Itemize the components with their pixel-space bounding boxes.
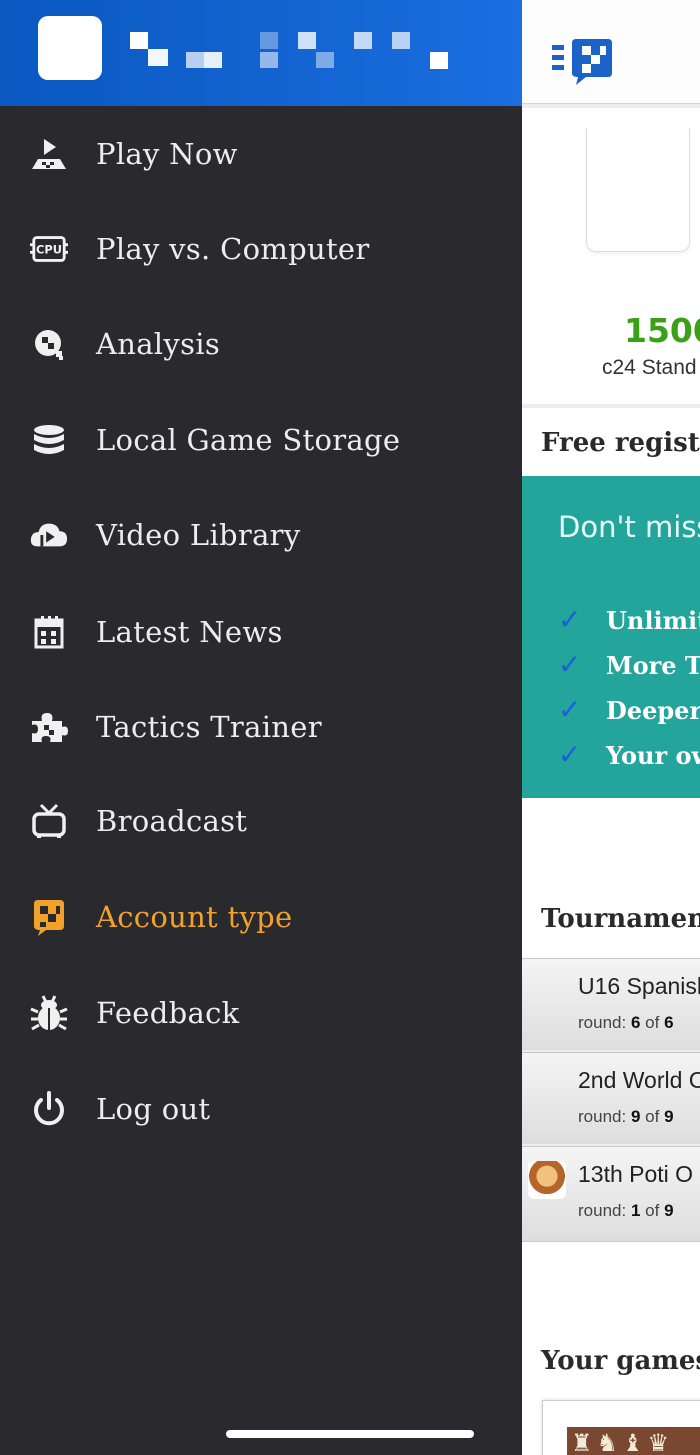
- bug-icon: [30, 994, 68, 1032]
- tournament-round: round: 6 of 6: [578, 1013, 674, 1032]
- tournament-row[interactable]: 2nd World C round: 9 of 9: [522, 1052, 700, 1144]
- user-avatar[interactable]: [38, 16, 102, 80]
- menu-item-log-out[interactable]: Log out: [0, 1063, 522, 1155]
- check-icon: ✓: [558, 738, 582, 771]
- power-icon: [30, 1090, 68, 1128]
- tournament-logo-icon: [528, 1161, 566, 1199]
- menu-item-label: Account type: [96, 900, 293, 934]
- navigation-drawer: Play Now CPU Play vs. Computer Analysis …: [0, 0, 522, 1455]
- chess-pieces-icon: ♜♞♝♛: [571, 1429, 674, 1455]
- promo-item-label: Unlimit: [606, 605, 700, 635]
- tournament-name: 13th Poti O: [578, 1161, 694, 1187]
- play-now-icon: [30, 135, 68, 173]
- menu-item-label: Latest News: [96, 615, 283, 649]
- puzzle-icon: [30, 708, 68, 746]
- menu-item-video-library[interactable]: Video Library: [0, 489, 522, 581]
- menu-item-feedback[interactable]: Feedback: [0, 967, 522, 1059]
- drawer-header[interactable]: [0, 0, 522, 106]
- tournament-name: U16 Spanish: [578, 973, 700, 999]
- menu-item-label: Tactics Trainer: [96, 710, 322, 744]
- calendar-news-icon: [30, 613, 68, 651]
- menu-item-label: Broadcast: [96, 804, 248, 838]
- promo-item-label: Deeper: [606, 695, 700, 725]
- video-cloud-icon: [30, 516, 68, 554]
- svg-text:CPU: CPU: [36, 243, 62, 257]
- app-logo-icon[interactable]: [552, 37, 614, 85]
- free-registration-title: Free registr: [541, 428, 700, 458]
- promo-item: ✓ Deeper: [558, 690, 700, 730]
- tournament-row[interactable]: 13th Poti O round: 1 of 9: [522, 1146, 700, 1242]
- menu-item-label: Analysis: [96, 327, 221, 361]
- promo-item: ✓ Your ow: [558, 735, 700, 775]
- menu-item-local-game-storage[interactable]: Local Game Storage: [0, 394, 522, 486]
- menu-item-tactics-trainer[interactable]: Tactics Trainer: [0, 681, 522, 773]
- tournament-name: 2nd World C: [578, 1067, 700, 1093]
- rating-value: 1500: [624, 311, 700, 350]
- menu-item-broadcast[interactable]: Broadcast: [0, 775, 522, 867]
- check-icon: ✓: [558, 648, 582, 681]
- free-registration-header: Free registr: [522, 408, 700, 476]
- menu-item-label: Local Game Storage: [96, 423, 401, 457]
- tournament-round: round: 9 of 9: [578, 1107, 674, 1126]
- app-top-bar: [522, 0, 700, 104]
- database-icon: [30, 421, 68, 459]
- menu-item-label: Play vs. Computer: [96, 232, 370, 266]
- promo-item: ✓ Unlimit: [558, 600, 700, 640]
- username-redacted: [130, 32, 450, 70]
- menu-item-label: Play Now: [96, 137, 238, 171]
- menu-item-label: Feedback: [96, 996, 240, 1030]
- tournaments-title: Tournamen: [541, 904, 700, 934]
- tournament-row[interactable]: U16 Spanish round: 6 of 6: [522, 958, 700, 1050]
- premium-promo-banner[interactable]: Don't miss ✓ Unlimit ✓ More Ta ✓ Deeper …: [522, 476, 700, 798]
- menu-item-play-vs-computer[interactable]: CPU Play vs. Computer: [0, 203, 522, 295]
- promo-item-label: More Ta: [606, 650, 700, 680]
- game-thumbnail[interactable]: ♜♞♝♛: [542, 1400, 700, 1455]
- check-icon: ✓: [558, 603, 582, 636]
- menu-item-play-now[interactable]: Play Now: [0, 108, 522, 200]
- main-app: 1500 c24 Stand Free registr Don't miss ✓…: [522, 0, 700, 1455]
- promo-title: Don't miss: [558, 510, 700, 544]
- menu-item-label: Log out: [96, 1092, 211, 1126]
- rating-label: c24 Stand: [602, 356, 697, 379]
- promo-item: ✓ More Ta: [558, 645, 700, 685]
- rating-card[interactable]: 1500 c24 Stand: [522, 108, 700, 404]
- your-games-title: Your games: [541, 1346, 700, 1376]
- tv-icon: [30, 802, 68, 840]
- menu-item-account-type[interactable]: Account type: [0, 871, 522, 963]
- user-avatar-frame: [586, 128, 690, 252]
- promo-item-label: Your ow: [606, 740, 700, 770]
- menu-item-analysis[interactable]: Analysis: [0, 298, 522, 390]
- menu-item-latest-news[interactable]: Latest News: [0, 586, 522, 678]
- tournament-round: round: 1 of 9: [578, 1201, 674, 1220]
- check-icon: ✓: [558, 693, 582, 726]
- analysis-icon: [30, 325, 68, 363]
- cpu-icon: CPU: [30, 230, 68, 268]
- menu-item-label: Video Library: [96, 518, 301, 552]
- your-games-section: Your games ♜♞♝♛: [522, 1242, 700, 1455]
- home-indicator[interactable]: [226, 1430, 474, 1438]
- tournaments-header: Tournamen: [522, 798, 700, 958]
- account-type-icon: [30, 898, 68, 936]
